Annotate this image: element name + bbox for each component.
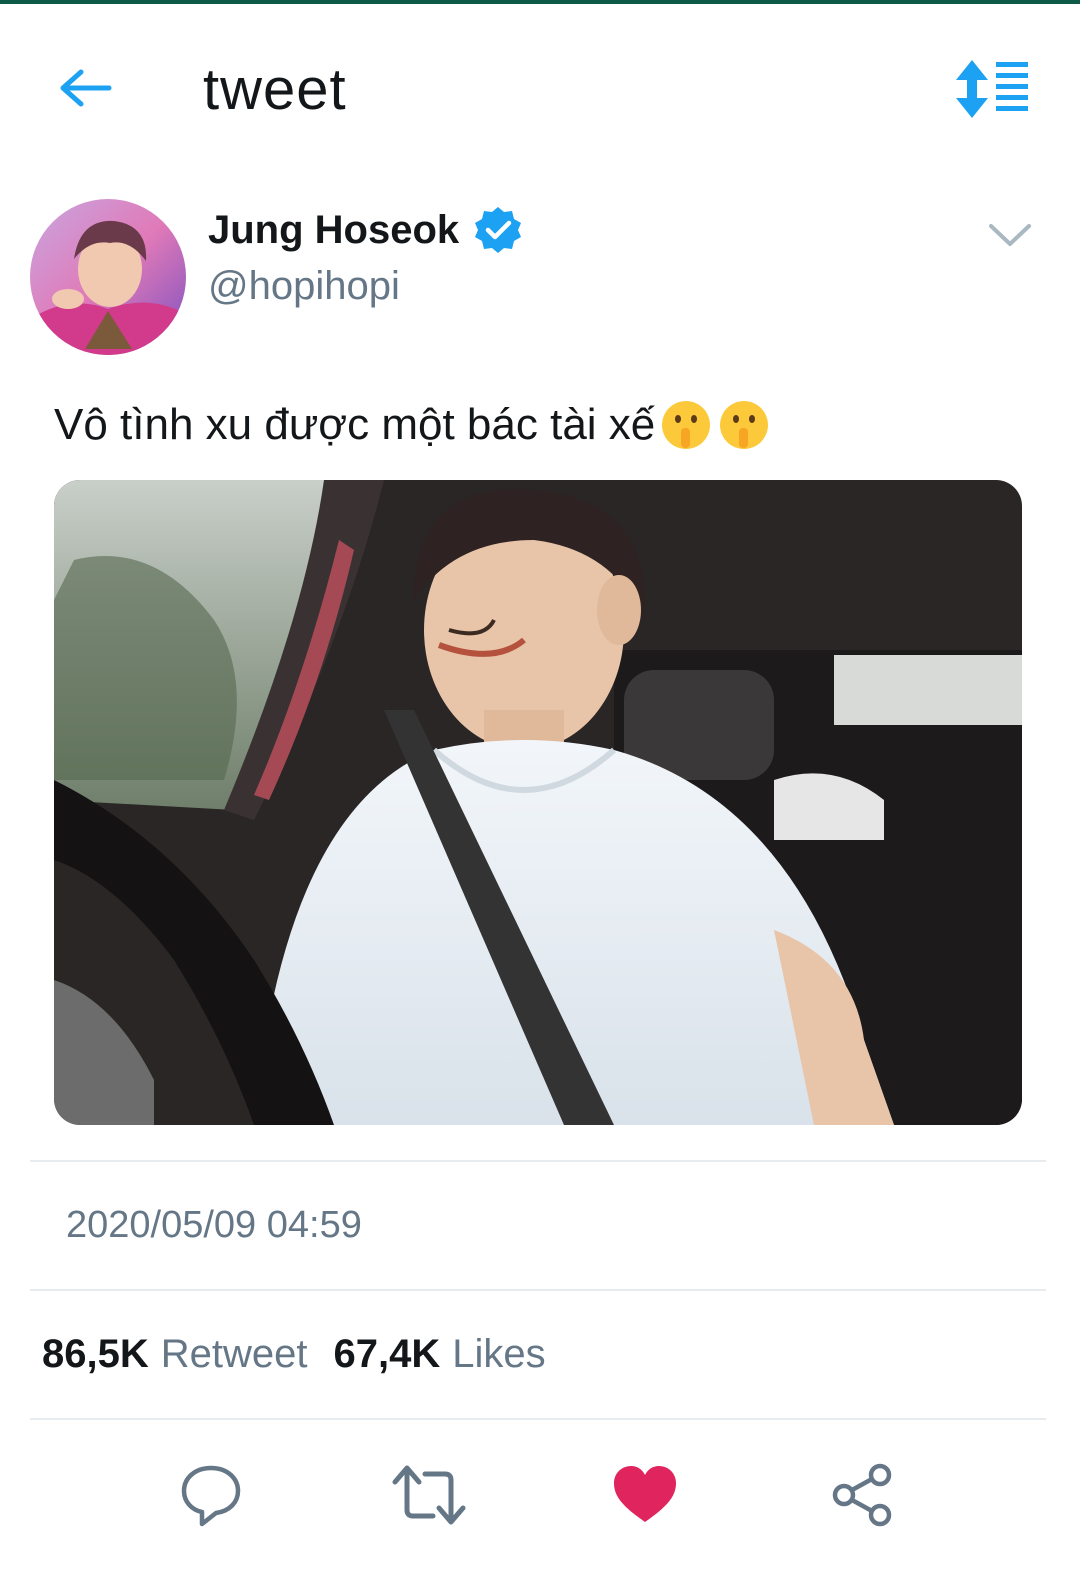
like-button[interactable] xyxy=(600,1450,690,1540)
verified-badge-icon xyxy=(475,207,522,253)
share-button[interactable] xyxy=(818,1450,908,1540)
page-title: tweet xyxy=(203,57,347,122)
reply-icon xyxy=(181,1465,241,1527)
heart-icon xyxy=(614,1466,676,1522)
media-photo xyxy=(54,480,1022,1125)
sort-list-icon xyxy=(956,60,1028,118)
tweet-body: Vô tình xu được một bác tài xế xyxy=(54,398,771,452)
tweet-text: Vô tình xu được một bác tài xế xyxy=(54,400,656,449)
action-bar xyxy=(0,1450,1080,1540)
likes-count[interactable]: 67,4K xyxy=(334,1332,441,1377)
back-button[interactable] xyxy=(50,56,120,120)
divider xyxy=(30,1289,1046,1291)
top-bar: tweet xyxy=(0,4,1080,174)
tweet-media-image[interactable] xyxy=(54,480,1022,1125)
tweet-timestamp: 2020/05/09 04:59 xyxy=(66,1204,362,1246)
arrow-left-icon xyxy=(60,69,112,107)
retweet-icon xyxy=(392,1465,466,1525)
share-icon xyxy=(832,1463,892,1527)
profile-photo xyxy=(30,199,186,355)
tweet-options-button[interactable] xyxy=(983,214,1037,258)
divider xyxy=(30,1418,1046,1420)
retweet-label[interactable]: Retweet xyxy=(161,1332,308,1377)
chevron-down-icon xyxy=(989,224,1031,246)
shushing-face-emoji-icon xyxy=(720,401,769,449)
display-name[interactable]: Jung Hoseok xyxy=(208,208,459,253)
author-name-row: Jung Hoseok xyxy=(208,205,523,255)
sort-button[interactable] xyxy=(952,56,1032,126)
divider xyxy=(30,1160,1046,1162)
shushing-face-emoji-icon xyxy=(662,401,711,449)
engagement-stats: 86,5K Retweet 67,4K Likes xyxy=(42,1332,572,1377)
avatar[interactable] xyxy=(30,199,186,355)
user-handle[interactable]: @hopihopi xyxy=(208,264,400,309)
retweet-count[interactable]: 86,5K xyxy=(42,1332,149,1377)
likes-label[interactable]: Likes xyxy=(452,1332,545,1377)
reply-button[interactable] xyxy=(166,1450,256,1540)
retweet-button[interactable] xyxy=(384,1450,474,1540)
